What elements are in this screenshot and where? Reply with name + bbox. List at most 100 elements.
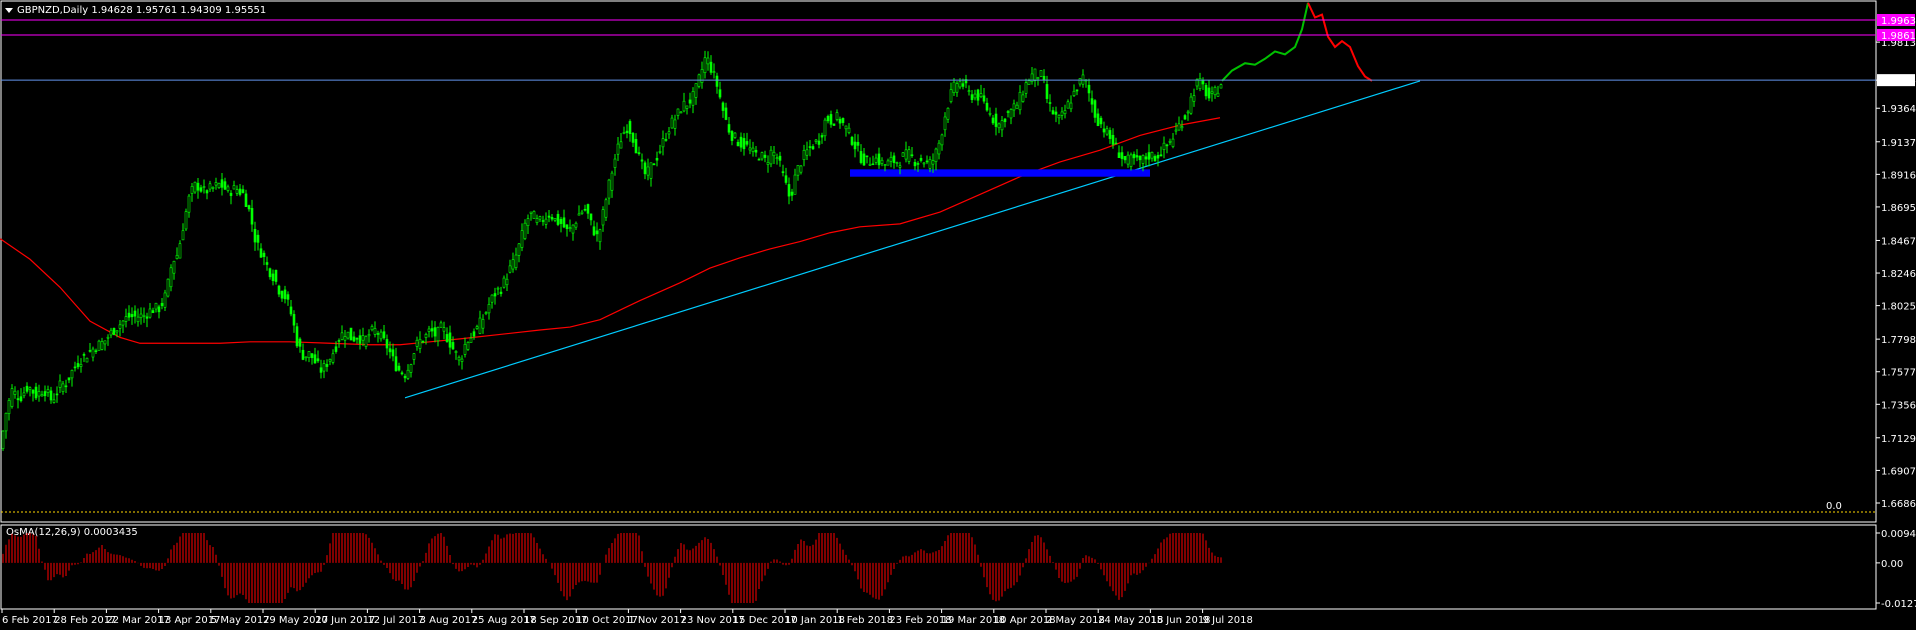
candle-body: [1003, 118, 1007, 123]
candle-body: [958, 81, 962, 88]
candle-body: [277, 285, 281, 295]
candle-body: [625, 130, 629, 133]
candle-body: [427, 328, 431, 332]
candle-body: [961, 83, 965, 87]
candle-body: [889, 156, 893, 162]
candle-body: [856, 142, 860, 146]
candle-body: [1189, 96, 1193, 114]
price-chart[interactable]: GBPNZD,Daily 1.94628 1.95761 1.94309 1.9…: [0, 0, 1916, 630]
candle-body: [385, 339, 389, 349]
candle-body: [478, 317, 482, 334]
candle-body: [106, 336, 110, 339]
candle-body: [949, 89, 953, 102]
candle-body: [709, 61, 713, 73]
candle-body: [721, 102, 725, 111]
candle-body: [499, 291, 503, 294]
candle-body: [1105, 128, 1109, 135]
candle-body: [844, 125, 848, 130]
candle-body: [415, 339, 419, 347]
candle-body: [580, 211, 584, 214]
main-chart-frame: [0, 0, 1877, 523]
candle-body: [772, 151, 776, 157]
candle-body: [274, 269, 278, 282]
candle-body: [169, 267, 173, 288]
candle-body: [553, 217, 557, 221]
candle-body: [613, 158, 617, 168]
candle-body: [1060, 111, 1064, 116]
candle-body: [1141, 155, 1145, 164]
candle-body: [1090, 98, 1094, 105]
candle-body: [1081, 74, 1085, 85]
candle-body: [394, 356, 398, 372]
date-axis: 6 Feb 201728 Feb 201722 Mar 201713 Apr 2…: [1, 609, 1253, 626]
candle-body: [229, 192, 233, 196]
candle-body: [643, 162, 647, 175]
candle-body: [739, 136, 743, 148]
candle-body: [910, 154, 914, 157]
candle-body: [877, 153, 881, 166]
candle-body: [1150, 152, 1154, 159]
candle-body: [793, 174, 797, 195]
candle-body: [835, 112, 839, 120]
candle-body: [1132, 153, 1136, 159]
candle-body: [151, 310, 155, 314]
candle-body: [313, 354, 317, 364]
current-price-label: 1.95551: [1881, 76, 1916, 87]
candle-body: [1147, 152, 1151, 160]
candle-body: [601, 209, 605, 226]
date-label: 3 Aug 2017: [420, 615, 478, 626]
candle-body: [850, 136, 854, 145]
candle-body: [178, 243, 182, 259]
candle-body: [544, 218, 548, 225]
candle-body: [130, 314, 134, 318]
candle-body: [946, 107, 950, 120]
candle-body: [322, 363, 326, 372]
candle-body: [511, 259, 515, 270]
candle-body: [937, 142, 941, 155]
candle-body: [16, 398, 20, 401]
candle-body: [472, 331, 476, 337]
candle-body: [1006, 111, 1010, 113]
candle-body: [682, 100, 686, 112]
zero-level-label: 0.0: [1826, 501, 1842, 512]
candle-body: [547, 215, 551, 218]
candle-body: [1117, 152, 1121, 159]
candle-body: [940, 134, 944, 146]
candle-body: [619, 141, 623, 149]
candle-body: [607, 179, 611, 199]
candle-body: [325, 364, 329, 367]
candle-body: [118, 324, 122, 329]
candle-body: [751, 147, 755, 152]
candle-body: [1018, 91, 1022, 111]
price-label: 1.82465: [1881, 269, 1916, 280]
candle-body: [931, 160, 935, 165]
candle-body: [199, 187, 203, 192]
candle-body: [907, 149, 911, 162]
candle-body: [31, 389, 35, 394]
candle-body: [139, 313, 143, 318]
candle-body: [223, 181, 227, 190]
candle-body: [286, 294, 290, 300]
candle-body: [967, 90, 971, 93]
candle-body: [1186, 111, 1190, 114]
date-label: 1 Feb 2018: [837, 615, 893, 626]
candle-body: [796, 165, 800, 176]
candle-body: [583, 208, 587, 211]
candle-body: [103, 340, 107, 345]
candle-body: [1183, 115, 1187, 120]
candle-body: [1108, 130, 1112, 139]
candle-body: [817, 140, 821, 145]
candle-body: [37, 391, 41, 397]
candle-body: [55, 393, 59, 396]
candle-body: [1075, 89, 1079, 92]
candle-body: [391, 349, 395, 357]
candle-body: [679, 111, 683, 114]
candle-body: [1192, 95, 1196, 102]
candle-body: [985, 102, 989, 111]
candle-body: [454, 351, 458, 353]
candle-body: [421, 340, 425, 343]
candle-body: [703, 57, 707, 73]
candle-body: [214, 182, 218, 186]
candle-body: [838, 118, 842, 124]
candle-body: [1171, 138, 1175, 147]
